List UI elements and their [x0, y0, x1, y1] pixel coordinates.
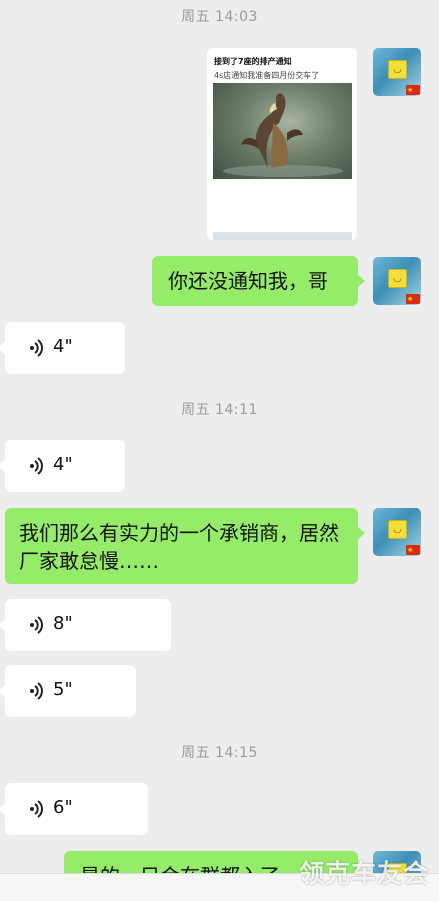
voice-message[interactable]: 5" [0, 665, 136, 717]
avatar[interactable]: ◡ ★ [373, 257, 421, 305]
voice-duration: 5" [53, 679, 73, 700]
sent-message[interactable]: 我们那么有实力的一个承销商，居然厂家敢怠慢…… [5, 508, 365, 584]
china-flag-icon: ★ [406, 85, 420, 95]
voice-wave-icon [30, 457, 43, 475]
avatar[interactable]: ◡ ★ [373, 508, 421, 556]
timestamp: 周五 14:15 [181, 745, 258, 761]
image-card-message[interactable]: 接到了7座的排产通知 4s店通知我准备四月份交车了 [207, 48, 357, 240]
duckling-photo[interactable] [213, 83, 352, 179]
voice-message[interactable]: 4" [0, 440, 125, 492]
voice-duration: 4" [53, 454, 73, 475]
avatar[interactable]: ◡ ★ [373, 48, 421, 96]
duckling-road-photo[interactable] [213, 232, 352, 240]
voice-wave-icon [30, 800, 43, 818]
timestamp: 周五 14:11 [181, 402, 258, 418]
sent-message[interactable]: 你还没通知我，哥 [152, 256, 365, 306]
smiley-icon: ◡ [388, 60, 407, 79]
card-title: 接到了7座的排产通知 [214, 57, 292, 66]
voice-message[interactable]: 6" [0, 783, 148, 835]
voice-wave-icon [30, 682, 43, 700]
voice-wave-icon [30, 339, 43, 357]
timestamp: 周五 14:03 [181, 9, 258, 25]
voice-duration: 8" [53, 613, 73, 634]
china-flag-icon: ★ [406, 545, 420, 555]
card-subtitle: 4s店通知我准备四月份交车了 [214, 71, 320, 80]
voice-duration: 6" [53, 797, 73, 818]
voice-message[interactable]: 4" [0, 322, 125, 374]
voice-message[interactable]: 8" [0, 599, 171, 651]
smiley-icon: ◡ [388, 269, 407, 288]
watermark: 领克车友会 [298, 859, 429, 888]
voice-wave-icon [30, 616, 43, 634]
voice-duration: 4" [53, 336, 73, 357]
smiley-icon: ◡ [388, 520, 407, 539]
china-flag-icon: ★ [406, 294, 420, 304]
